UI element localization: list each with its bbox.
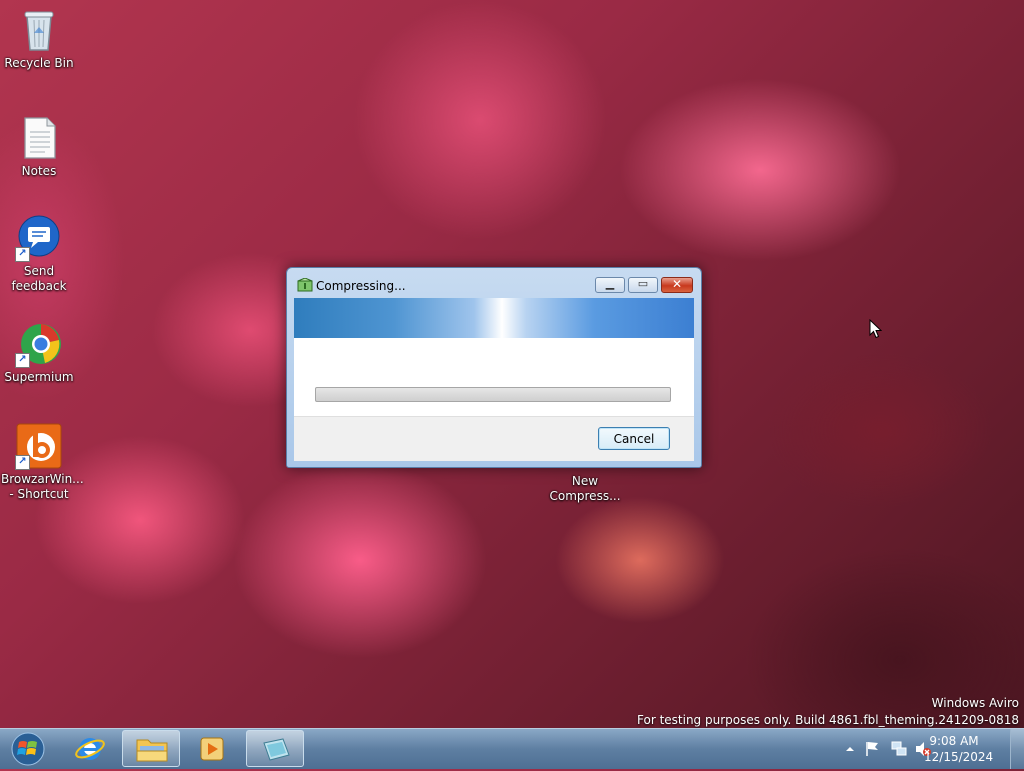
- desktop-icon-label: Notes: [21, 164, 57, 178]
- close-button[interactable]: ✕: [661, 277, 693, 293]
- shortcut-arrow-icon: ↗: [15, 247, 30, 262]
- maximize-button[interactable]: ▭: [628, 277, 658, 293]
- watermark-build: For testing purposes only. Build 4861.fb…: [637, 713, 1019, 727]
- taskbar-compression-app[interactable]: [246, 730, 304, 767]
- desktop-icon-supermium[interactable]: ↗ Supermium: [1, 320, 77, 385]
- supermium-browser-icon: ↗: [15, 320, 63, 368]
- flag-icon: [866, 742, 878, 756]
- desktop-icon-label: New Compress...: [549, 474, 621, 503]
- internet-explorer-icon: [75, 738, 105, 760]
- start-button[interactable]: [6, 731, 50, 767]
- network-icon: [891, 741, 907, 756]
- dialog-footer: Cancel: [294, 416, 694, 461]
- recycle-bin-icon: [15, 6, 63, 54]
- text-document-icon: [15, 114, 63, 162]
- desktop-icon-new-compress[interactable]: New Compress...: [547, 474, 623, 504]
- feedback-icon: ↗: [15, 214, 63, 262]
- dialog-banner: [294, 298, 694, 338]
- taskbar-file-explorer[interactable]: [122, 730, 180, 767]
- desktop-icon-send-feedback[interactable]: ↗ Send feedback: [1, 214, 77, 294]
- cancel-button[interactable]: Cancel: [598, 427, 670, 450]
- tray-network[interactable]: [890, 740, 908, 758]
- dialog-title-bar[interactable]: Compressing... ▁ ▭ ✕: [287, 268, 701, 298]
- mouse-cursor-icon: [869, 319, 882, 339]
- desktop-icon-label: Supermium: [4, 370, 74, 384]
- desktop-icon-label: Send feedback: [11, 264, 67, 293]
- compressing-dialog: Compressing... ▁ ▭ ✕ Cancel: [286, 267, 702, 468]
- desktop-icon-label: Recycle Bin: [4, 56, 74, 70]
- tray-action-center[interactable]: [864, 740, 880, 758]
- start-orb-icon: [11, 732, 45, 766]
- browzar-icon: ↗: [15, 422, 63, 470]
- close-icon: ✕: [671, 277, 683, 291]
- taskbar-media-player[interactable]: [183, 730, 241, 767]
- media-player-icon: [200, 737, 224, 761]
- compression-app-icon: [297, 277, 313, 292]
- build-watermark: Windows Aviro For testing purposes only.…: [637, 695, 1019, 729]
- shortcut-arrow-icon: ↗: [15, 353, 30, 368]
- show-hidden-icons-button[interactable]: [844, 742, 856, 756]
- desktop-icon-browzarwin[interactable]: ↗ BrowzarWin... - Shortcut: [1, 422, 84, 502]
- file-explorer-icon: [136, 739, 168, 762]
- desktop-icon-notes[interactable]: Notes: [1, 114, 77, 179]
- show-desktop-button[interactable]: [1010, 729, 1024, 769]
- taskbar: 9:08 AM 12/15/2024: [0, 728, 1024, 769]
- compression-app-icon: [263, 738, 290, 761]
- maximize-icon: ▭: [637, 277, 649, 290]
- dialog-title: Compressing...: [316, 279, 406, 293]
- desktop-icon-label: BrowzarWin... - Shortcut: [1, 472, 84, 501]
- shortcut-arrow-icon: ↗: [15, 455, 30, 470]
- tray-clock[interactable]: 9:08 AM 12/15/2024: [924, 733, 994, 765]
- minimize-icon: ▁: [605, 277, 615, 290]
- minimize-button[interactable]: ▁: [595, 277, 625, 293]
- clock-time: 9:08 AM: [929, 734, 979, 748]
- taskbar-internet-explorer[interactable]: [61, 730, 119, 767]
- desktop-icon-recycle-bin[interactable]: Recycle Bin: [1, 6, 77, 71]
- watermark-edition: Windows Aviro: [931, 696, 1019, 710]
- dialog-content: [294, 338, 694, 416]
- progress-bar: [315, 387, 671, 402]
- clock-date: 12/15/2024: [924, 750, 994, 764]
- chevron-up-icon: [846, 747, 854, 751]
